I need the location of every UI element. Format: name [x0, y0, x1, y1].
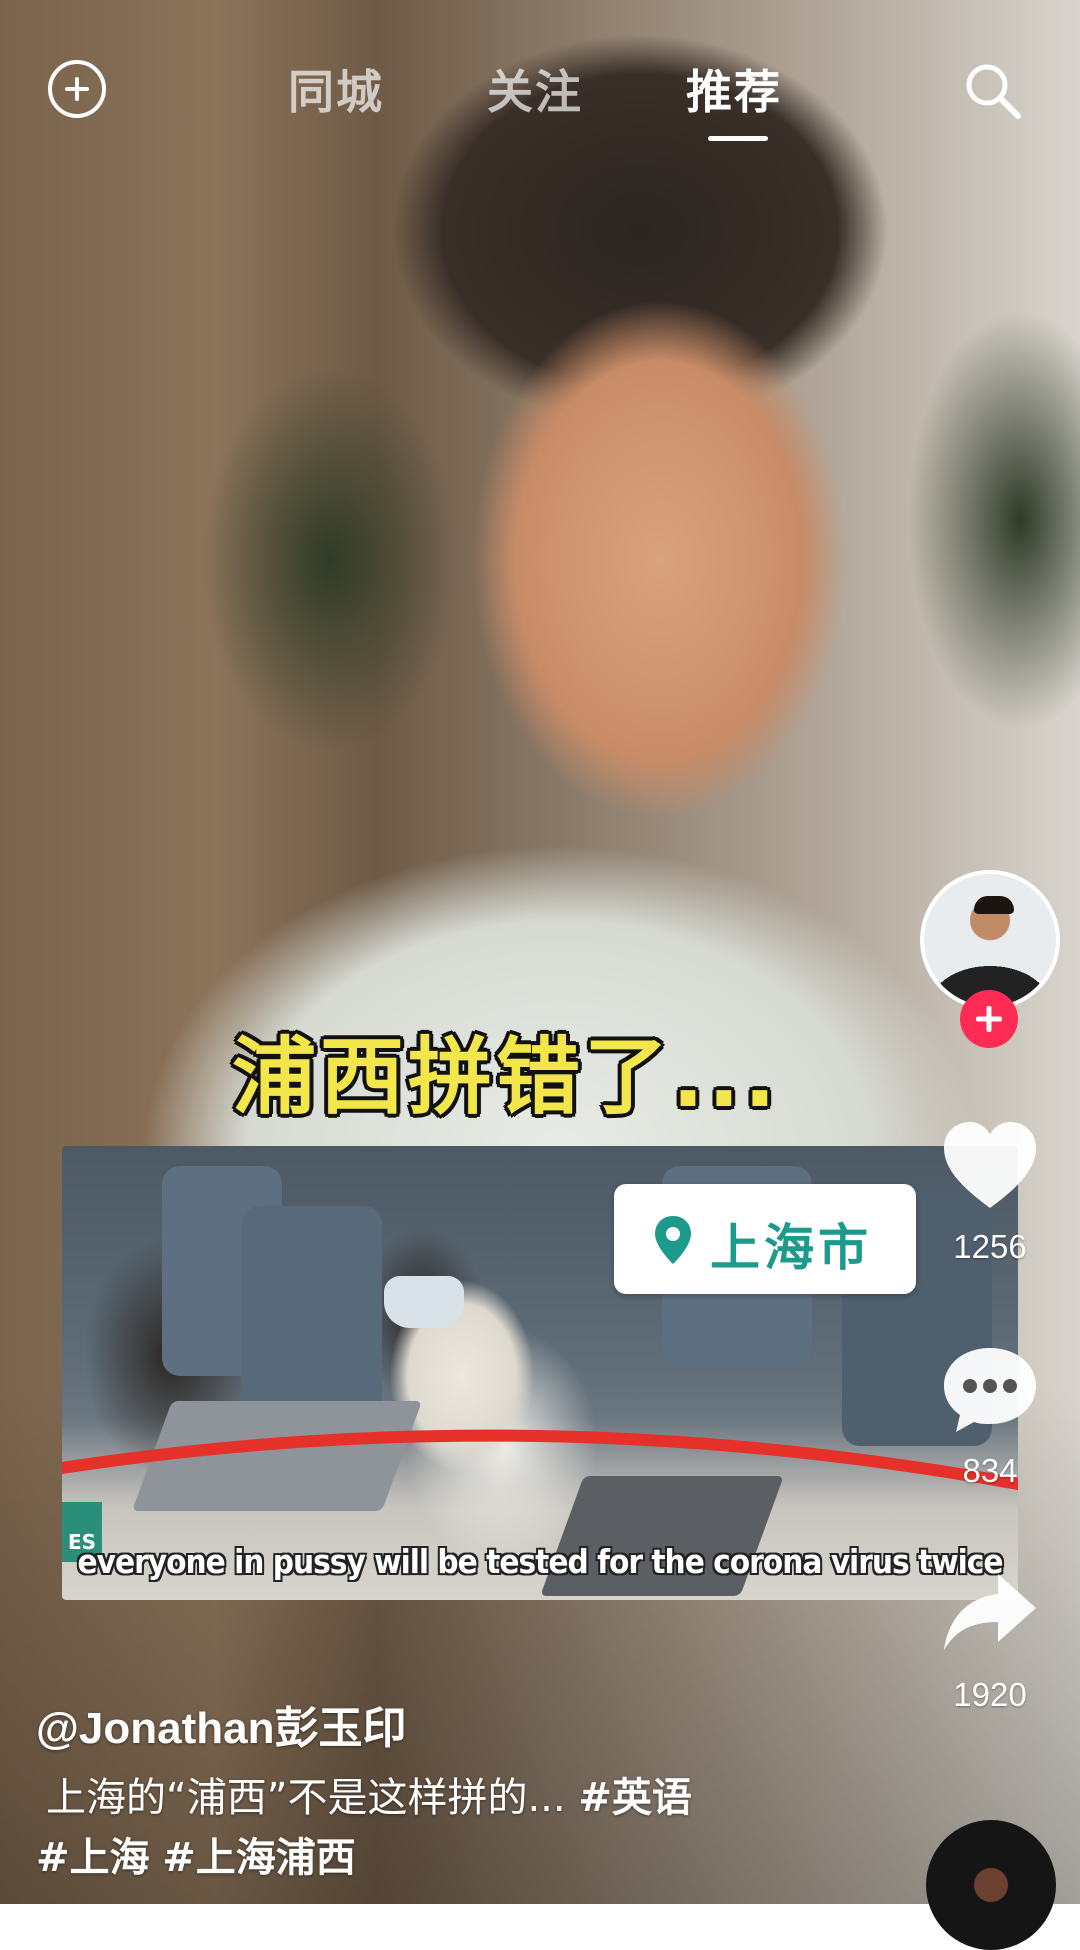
hashtag[interactable]: #上海浦西: [162, 1835, 356, 1881]
like-count: 1256: [953, 1228, 1027, 1265]
follow-button[interactable]: [960, 990, 1018, 1048]
tab-recommended[interactable]: 推荐: [686, 56, 782, 122]
search-button[interactable]: [962, 60, 1024, 122]
location-label: 上海市: [710, 1219, 872, 1277]
active-tab-indicator: [708, 136, 768, 141]
comment-button[interactable]: 834: [900, 1342, 1080, 1522]
author-avatar[interactable]: [920, 870, 1060, 1010]
post-description: 上海的“浦西”不是这样拼的... #英语 #上海 #上海浦西: [36, 1768, 796, 1888]
tab-local[interactable]: 同城: [288, 56, 384, 122]
description-text: 上海的“浦西”不是这样拼的...: [46, 1775, 566, 1821]
music-disc[interactable]: [926, 1820, 1056, 1950]
like-button[interactable]: 1256: [900, 1118, 1080, 1298]
comment-count: 834: [962, 1452, 1018, 1489]
red-underline-arc: [62, 1429, 1018, 1490]
face-mask: [384, 1276, 464, 1328]
feed-tabs: 同城 关注 推荐: [0, 56, 1080, 126]
embedded-video-clip: 上海市 ES everyone in pussy will be tested …: [62, 1146, 1018, 1600]
top-bar: 同城 关注 推荐: [0, 0, 1080, 180]
location-tag[interactable]: 上海市: [614, 1184, 916, 1294]
search-icon: [966, 64, 1021, 119]
heart-icon: [944, 1122, 1036, 1208]
author-name[interactable]: @Jonathan彭玉印: [36, 1692, 406, 1756]
hashtag[interactable]: #英语: [578, 1775, 692, 1821]
action-rail: 1256 834 1920: [900, 860, 1080, 1950]
avatar-hair: [974, 896, 1014, 914]
hashtag[interactable]: #上海: [36, 1835, 150, 1881]
location-pin-icon: [655, 1216, 691, 1264]
share-button[interactable]: 1920: [900, 1566, 1080, 1746]
video-caption: 浦西拼错了...: [232, 1028, 780, 1126]
tab-following[interactable]: 关注: [487, 56, 583, 122]
clip-subtitle: everyone in pussy will be tested for the…: [77, 1542, 1003, 1581]
share-count: 1920: [953, 1676, 1027, 1713]
share-arrow-icon: [944, 1574, 1036, 1650]
comment-icon: [944, 1348, 1036, 1432]
